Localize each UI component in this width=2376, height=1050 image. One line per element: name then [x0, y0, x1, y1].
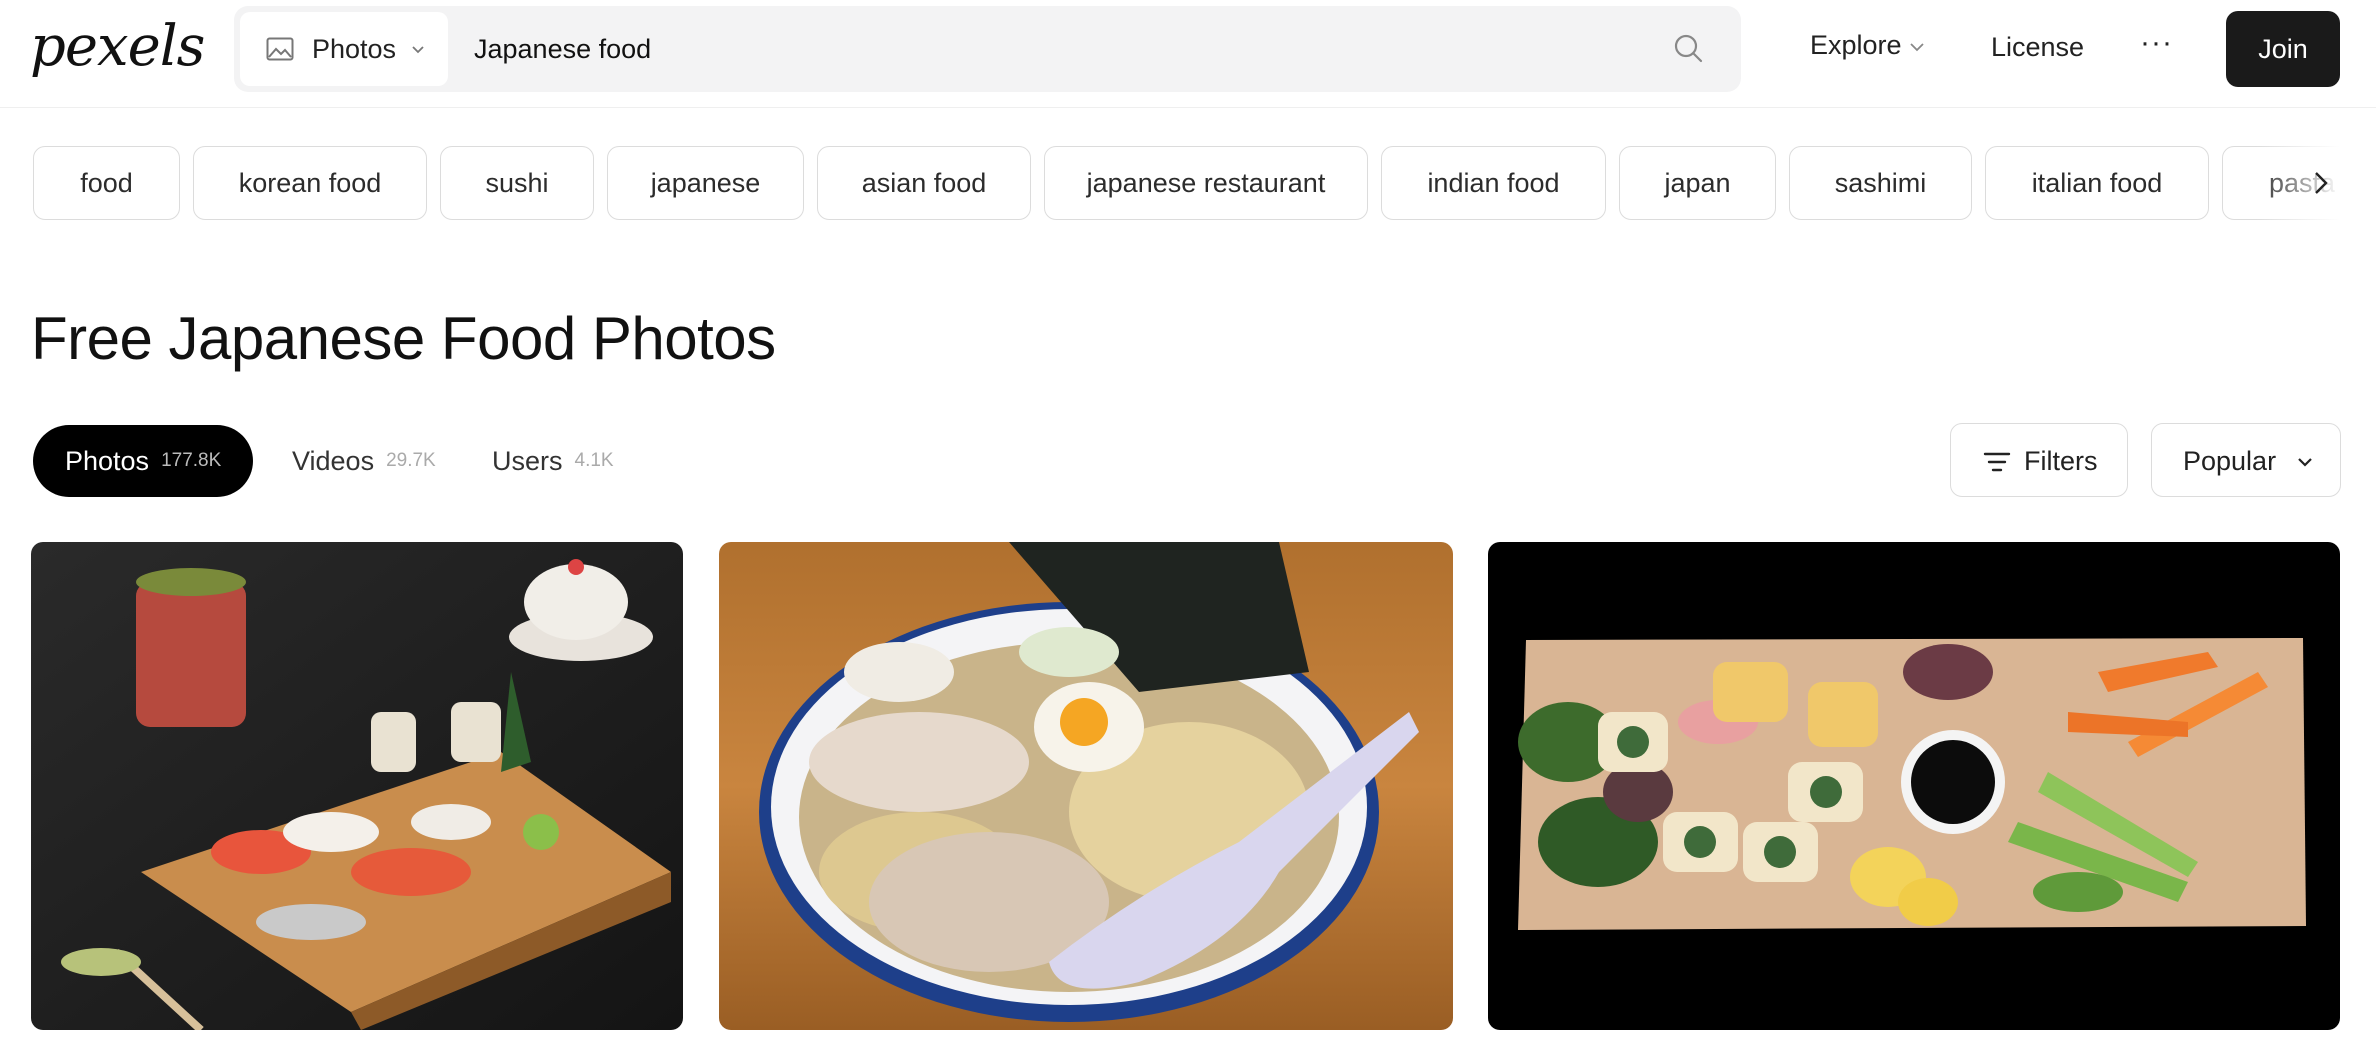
chip-sashimi[interactable]: sashimi: [1789, 146, 1972, 220]
chip-japan[interactable]: japan: [1619, 146, 1776, 220]
pexels-logo[interactable]: pexels: [30, 14, 205, 79]
chip-indian-food[interactable]: indian food: [1381, 146, 1606, 220]
tab-users[interactable]: Users 4.1K: [492, 425, 614, 497]
tab-count: 29.7K: [386, 450, 436, 471]
page-title: Free Japanese Food Photos: [31, 305, 776, 372]
sushi-rolls-image: [1488, 542, 2340, 1030]
tab-label: Videos: [292, 445, 375, 476]
chip-sushi[interactable]: sushi: [440, 146, 594, 220]
chip-asian-food[interactable]: asian food: [817, 146, 1031, 220]
chevron-down-icon: [412, 46, 424, 54]
tab-label: Photos: [65, 445, 150, 476]
ramen-image: [719, 542, 1453, 1030]
search-type-label: Photos: [312, 34, 397, 64]
tab-videos[interactable]: Videos 29.7K: [292, 425, 436, 497]
tab-label: Users: [492, 445, 563, 476]
filters-button[interactable]: Filters: [1950, 423, 2128, 497]
nav-explore[interactable]: Explore: [1810, 30, 1902, 61]
search-bar: Photos: [234, 6, 1741, 92]
tab-count: 177.8K: [161, 450, 222, 471]
related-searches: food korean food sushi japanese asian fo…: [0, 146, 2376, 220]
chip-japanese[interactable]: japanese: [607, 146, 804, 220]
chevron-down-icon: [1910, 43, 1924, 52]
chip-food[interactable]: food: [33, 146, 180, 220]
sort-label: Popular: [2183, 446, 2277, 476]
image-icon: [266, 37, 294, 61]
sort-dropdown[interactable]: Popular: [2151, 423, 2341, 497]
join-button[interactable]: Join: [2226, 11, 2340, 87]
filters-label: Filters: [2024, 446, 2098, 476]
photo-card-ramen[interactable]: [719, 542, 1453, 1030]
chip-korean-food[interactable]: korean food: [193, 146, 427, 220]
chip-italian-food[interactable]: italian food: [1985, 146, 2209, 220]
top-header: pexels Photos Explore License ··· Join: [0, 0, 2376, 108]
photo-card-sushi-rolls[interactable]: [1488, 542, 2340, 1030]
nav-license[interactable]: License: [1991, 32, 2084, 63]
chevron-right-icon[interactable]: [2306, 168, 2336, 198]
photo-card-sushi-platter[interactable]: [31, 542, 683, 1030]
filter-icon: [1983, 452, 2011, 472]
search-icon[interactable]: [1672, 32, 1706, 66]
tab-count: 4.1K: [574, 450, 614, 471]
tab-photos[interactable]: Photos 177.8K: [33, 425, 254, 497]
sushi-platter-image: [31, 542, 683, 1030]
chip-japanese-restaurant[interactable]: japanese restaurant: [1044, 146, 1368, 220]
chevron-down-icon: [2298, 458, 2312, 467]
more-icon[interactable]: ···: [2140, 26, 2173, 60]
search-type-dropdown[interactable]: Photos: [240, 12, 448, 86]
search-input[interactable]: [474, 24, 1624, 74]
